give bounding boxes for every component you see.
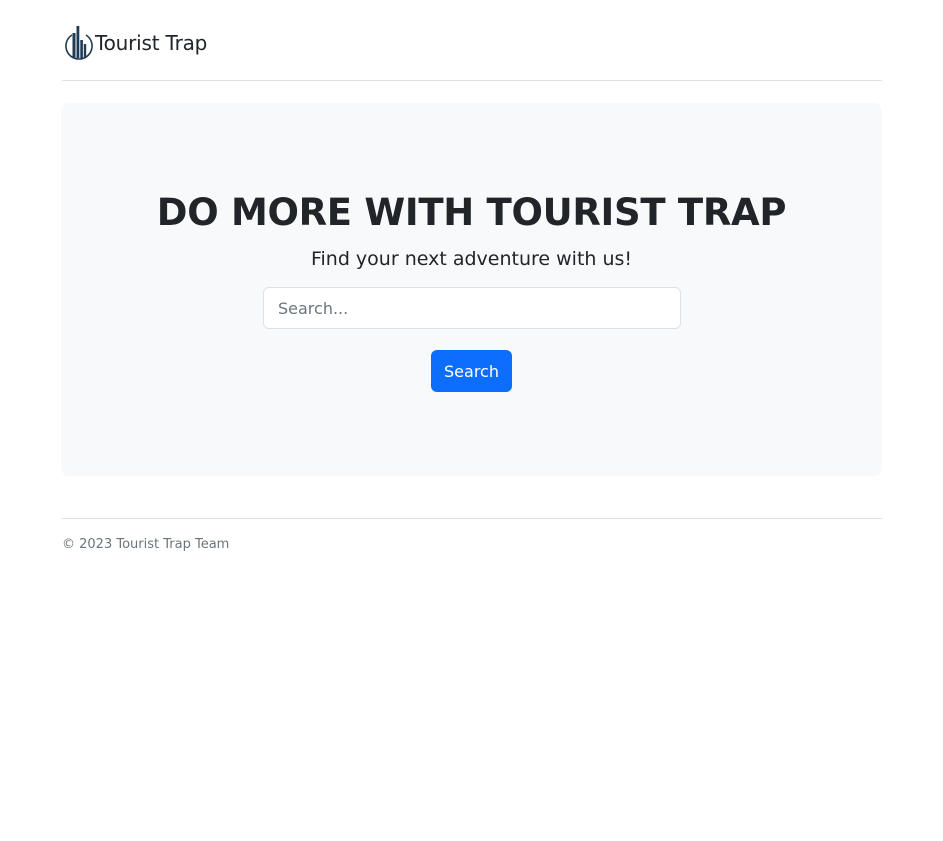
- search-button[interactable]: Search: [431, 350, 512, 392]
- page: Tourist Trap DO MORE WITH TOURIST TRAP F…: [0, 0, 943, 841]
- copyright-text: © 2023 Tourist Trap Team: [62, 537, 230, 552]
- brand-name: Tourist Trap: [95, 31, 208, 55]
- search-input[interactable]: [263, 287, 681, 329]
- hero-subtitle: Find your next adventure with us!: [310, 248, 633, 270]
- hero-title: DO MORE WITH TOURIST TRAP: [156, 191, 787, 234]
- site-footer: © 2023 Tourist Trap Team: [62, 518, 882, 568]
- brand-link[interactable]: Tourist Trap: [64, 23, 207, 61]
- site-header: Tourist Trap: [62, 0, 882, 81]
- city-skyline-icon: [64, 23, 94, 61]
